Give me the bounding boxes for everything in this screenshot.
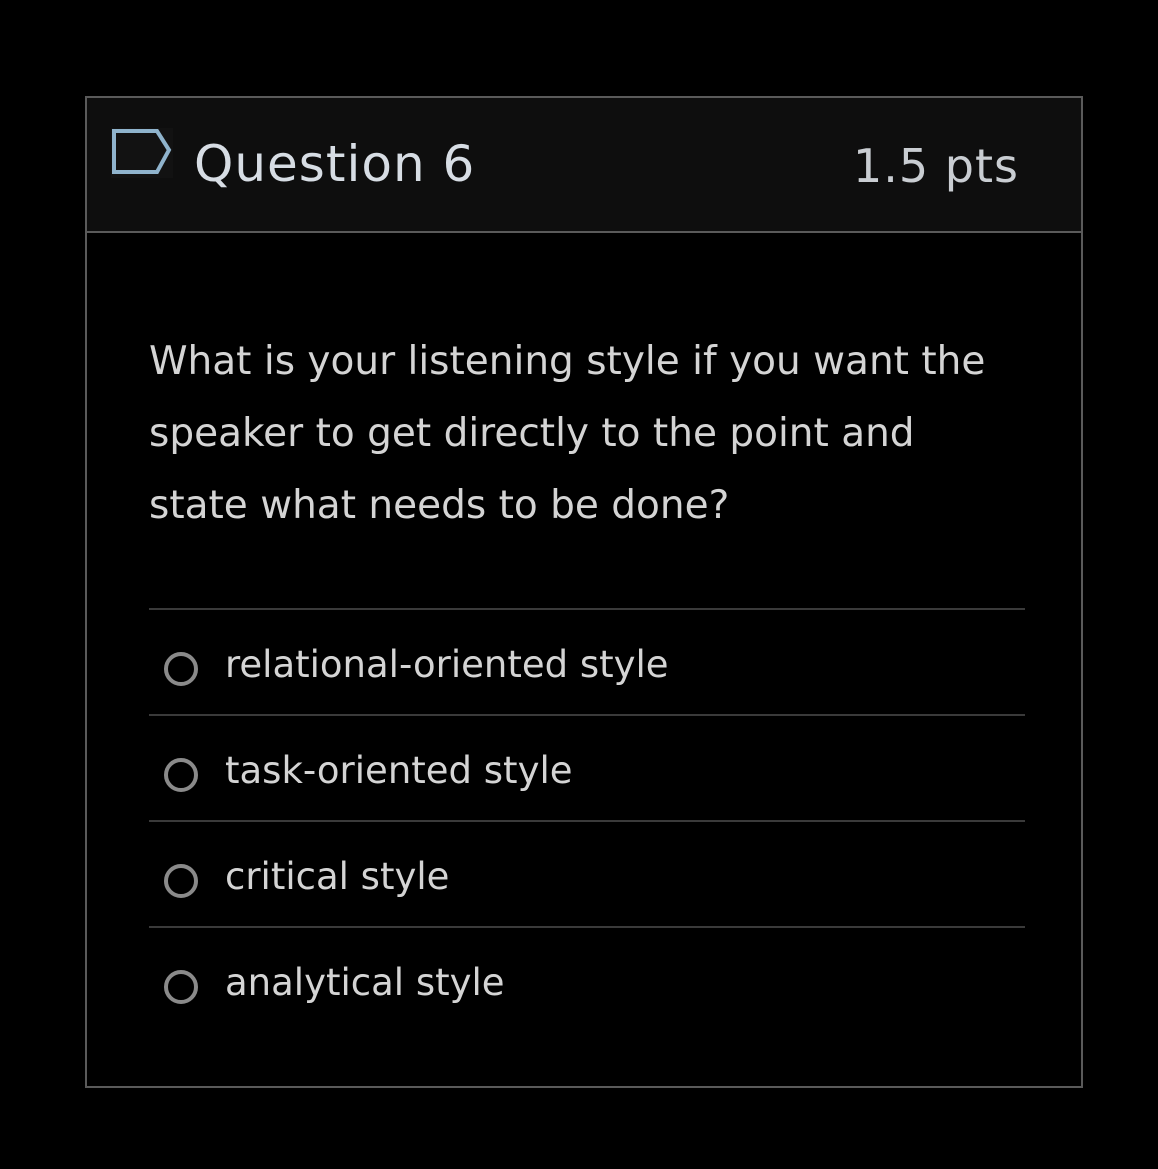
answer-option-relational-oriented[interactable]: relational-oriented style [149,610,1025,716]
answer-label[interactable]: task-oriented style [225,746,573,796]
answer-label[interactable]: critical style [225,852,449,902]
answer-label[interactable]: analytical style [225,958,505,1008]
answer-list: relational-oriented style task-oriented … [149,608,1025,1032]
answer-option-critical[interactable]: critical style [149,822,1025,928]
question-title: Question 6 [194,135,476,193]
flag-icon[interactable] [111,128,173,178]
question-card: Question 6 1.5 pts What is your listenin… [85,96,1083,1088]
answer-label[interactable]: relational-oriented style [225,640,669,690]
answer-option-task-oriented[interactable]: task-oriented style [149,716,1025,822]
answer-option-analytical[interactable]: analytical style [149,928,1025,1032]
question-points: 1.5 pts [853,139,1019,193]
radio-button[interactable] [164,758,198,792]
radio-button[interactable] [164,970,198,1004]
question-header: Question 6 1.5 pts [87,98,1081,233]
radio-button[interactable] [164,652,198,686]
question-text: What is your listening style if you want… [149,339,986,528]
radio-button[interactable] [164,864,198,898]
